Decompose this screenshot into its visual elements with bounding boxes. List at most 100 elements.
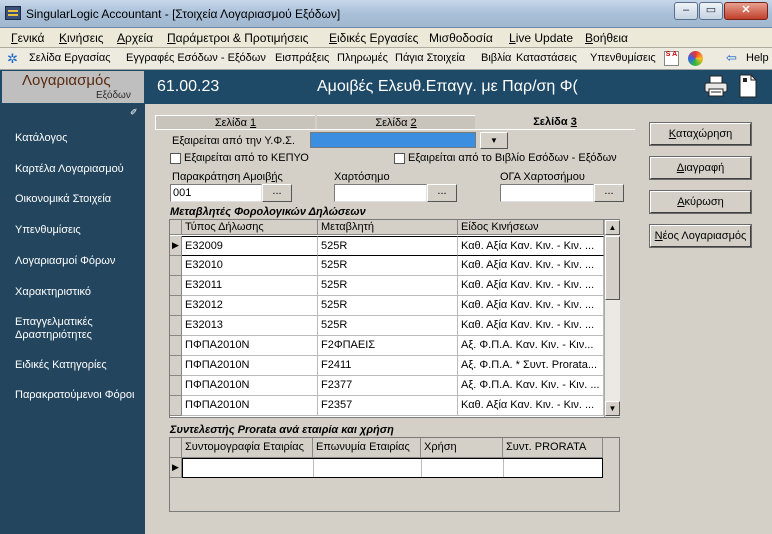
cell-movement-kind: Καθ. Αξία Καν. Κιν. - Κιν. ... [458,256,604,276]
column-header-company-name[interactable]: Επωνυμία Εταιρίας [313,438,421,458]
cell-declaration-type: ΠΦΠΑ2010Ν [182,376,318,396]
row-selector[interactable] [170,396,182,416]
save-button[interactable]: Καταχώρηση [649,122,752,146]
column-header-movement-kind[interactable]: Είδος Κινήσεων [458,220,604,235]
sidebar-item-catalog[interactable]: Κατάλογος [15,132,67,145]
scroll-thumb[interactable] [605,236,620,300]
table-row[interactable]: Ε32010 525R Καθ. Αξία Καν. Κιν. - Κιν. ... [182,256,604,276]
toolbar-fixed-assets[interactable]: Πάγια Στοιχεία [395,52,465,64]
tab-page-2[interactable]: Σελίδα 2 [317,115,475,129]
prorata-grid: Συντομογραφία Εταιρίας Επωνυμία Εταιρίας… [169,437,620,512]
yfs-dropdown[interactable] [310,132,476,148]
row-selector[interactable] [170,376,182,396]
sidebar: ✐ Κατάλογος Καρτέλα Λογαριασμού Οικονομι… [0,104,145,534]
withholding-lookup-button[interactable]: ... [262,184,292,202]
kepyo-checkbox[interactable] [170,153,181,164]
column-header-fiscal-year[interactable]: Χρήση [421,438,503,458]
toolbar-books[interactable]: Βιβλία [481,52,511,64]
toolbar-income-expense-entries[interactable]: Εγγραφές Εσόδων - Εξόδων [126,52,266,64]
table-row[interactable]: Ε32009 525R Καθ. Αξία Καν. Κιν. - Κιν. ... [182,236,604,256]
row-selector[interactable] [170,276,182,296]
table-row[interactable]: ΠΦΠΑ2010Ν F2357 Καθ. Αξία Καν. Κιν. - Κιν.… [182,396,604,416]
sidebar-item-characteristic[interactable]: Χαρακτηριστικό [15,286,91,299]
row-selector[interactable] [170,356,182,376]
close-button[interactable]: ✕ [724,2,768,20]
toolbar-reports[interactable]: Καταστάσεις [516,52,577,64]
sidebar-item-professional-activities[interactable]: Επαγγελματικές Δραστηριότητες [15,316,125,342]
withholding-label: Παρακράτηση Αμοιβής [172,171,283,183]
sidebar-item-tax-accounts[interactable]: Λογαριασμοί Φόρων [15,255,115,268]
row-selector[interactable] [170,336,182,356]
table-row[interactable]: Ε32012 525R Καθ. Αξία Καν. Κιν. - Κιν. ... [182,296,604,316]
prorata-new-row[interactable] [182,458,603,478]
book-label: Εξαιρείται από το Βιβλίο Εσόδων - Εξόδων [408,152,617,164]
stamp-input[interactable] [334,184,427,202]
table-row[interactable]: Ε32013 525R Καθ. Αξία Καν. Κιν. - Κιν. ... [182,316,604,336]
cell-variable: F2357 [318,396,458,416]
sidebar-item-special-categories[interactable]: Ειδικές Κατηγορίες [15,359,107,372]
cell-declaration-type: ΠΦΠΑ2010Ν [182,336,318,356]
vertical-scrollbar[interactable]: ▲ ▼ [604,220,620,417]
gear-icon[interactable]: ✲ [7,51,18,67]
sidebar-item-reminders[interactable]: Υπενθυμίσεις [15,224,81,237]
prorata-grid-title: Συντελεστής Prorata ανά εταιρία και χρήσ… [170,424,394,436]
title-bar[interactable]: SingularLogic Accountant - [Στοιχεία Λογ… [0,0,772,28]
menu-special-tasks[interactable]: Ειδικές Εργασίες [329,31,418,45]
table-row[interactable]: ΠΦΠΑ2010Ν F2377 Αξ. Φ.Π.Α. Καν. Κιν. - Κιν… [182,376,604,396]
chevron-down-icon[interactable]: ▼ [480,132,508,149]
toolbar-payments[interactable]: Πληρωμές [337,52,388,64]
toolbar-reminders[interactable]: Υπενθυμίσεις [590,52,656,64]
minimize-button[interactable]: – [674,2,698,20]
toolbar-receipts[interactable]: Εισπράξεις [275,52,329,64]
new-account-button[interactable]: Νέος Λογαριασμός [649,224,752,248]
cancel-button[interactable]: Ακύρωση [649,190,752,214]
toolbar-work-page[interactable]: Σελίδα Εργασίας [29,52,111,64]
menu-movements[interactable]: Κινήσεις [59,31,104,45]
application-window: SingularLogic Accountant - [Στοιχεία Λογ… [0,0,772,534]
tab-page-1[interactable]: Σελίδα 1 [155,115,315,129]
stamp-lookup-button[interactable]: ... [427,184,457,202]
toolbar-help[interactable]: Help [746,52,769,64]
column-header-prorata[interactable]: Συντ. PRORATA [503,438,603,458]
scroll-up-icon[interactable]: ▲ [605,220,620,235]
row-selector[interactable] [170,296,182,316]
printer-icon[interactable] [704,75,728,97]
row-selector[interactable] [170,316,182,336]
sidebar-item-account-ledger[interactable]: Καρτέλα Λογαριασμού [15,163,124,176]
tab-page-3[interactable]: Σελίδα 3 [475,115,635,129]
menu-general[interactable]: Γενικά [11,31,44,45]
entity-type-panel: Λογαριασμός Εξόδων [2,71,144,103]
table-row[interactable]: ΠΦΠΑ2010Ν F2ΦΠΑΕΙΣ Αξ. Φ.Π.Α. Καν. Κιν. - … [182,336,604,356]
menu-files[interactable]: Αρχεία [117,31,153,45]
cell-movement-kind: Αξ. Φ.Π.Α. * Συντ. Prorata... [458,356,604,376]
sa-logo-icon[interactable]: S A [664,51,679,66]
menu-live-update[interactable]: Live Update [509,31,573,45]
oga-input[interactable] [500,184,594,202]
pin-icon[interactable]: ✐ [130,107,138,118]
sidebar-item-financials[interactable]: Οικονομικά Στοιχεία [15,193,111,206]
arrow-left-icon[interactable]: ⇦ [726,50,737,66]
menu-parameters[interactable]: Παράμετροι & Προτιμήσεις [167,31,308,45]
table-row[interactable]: Ε32011 525R Καθ. Αξία Καν. Κιν. - Κιν. ... [182,276,604,296]
oga-lookup-button[interactable]: ... [594,184,624,202]
scroll-down-icon[interactable]: ▼ [605,401,620,416]
cell-movement-kind: Αξ. Φ.Π.Α. Καν. Κιν. - Κιν. ... [458,376,604,396]
table-row[interactable]: ΠΦΠΑ2010Ν F2411 Αξ. Φ.Π.Α. * Συντ. Prorata… [182,356,604,376]
book-checkbox[interactable] [394,153,405,164]
column-header-declaration-type[interactable]: Τύπος Δήλωσης [182,220,318,235]
column-header-variable[interactable]: Μεταβλητή [318,220,458,235]
menu-help[interactable]: Βοήθεια [585,31,628,45]
swirl-logo-icon[interactable] [688,51,703,66]
column-header-company-abbrev[interactable]: Συντομογραφία Εταιρίας [182,438,313,458]
withholding-input[interactable]: 001 [170,184,262,202]
row-selector[interactable] [170,256,182,276]
cell-variable: F2377 [318,376,458,396]
document-icon[interactable] [738,74,758,98]
sidebar-item-withheld-taxes[interactable]: Παρακρατούμενοι Φόροι [15,389,134,402]
maximize-button[interactable]: ▭ [699,2,723,20]
delete-button[interactable]: Διαγραφή [649,156,752,180]
row-selector[interactable]: ▶ [170,236,182,256]
stamp-label: Χαρτόσημο [334,171,390,183]
cell-variable: 525R [318,296,458,316]
menu-payroll[interactable]: Μισθοδοσία [429,31,493,45]
